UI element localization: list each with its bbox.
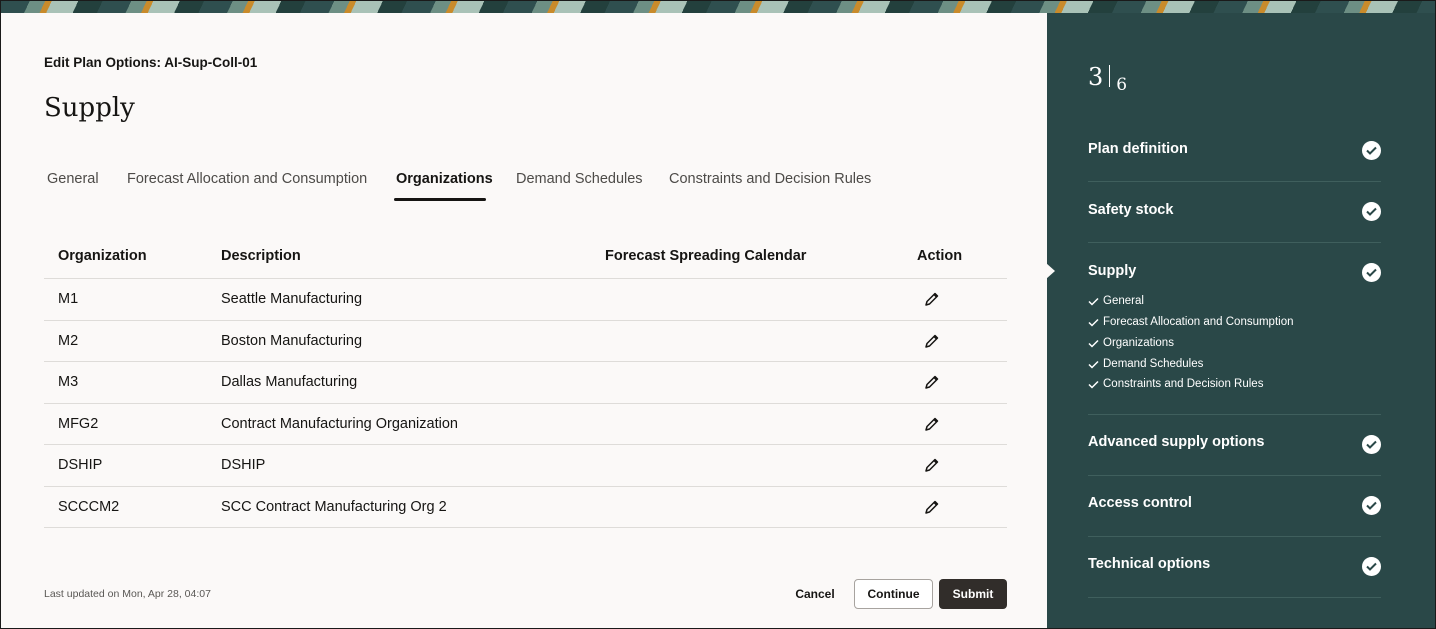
tab-general[interactable]: General: [45, 171, 101, 201]
substep-label: General: [1103, 295, 1144, 307]
checkmark-circle-icon: [1362, 263, 1381, 282]
substep-constraints[interactable]: Constraints and Decision Rules: [1088, 378, 1263, 390]
column-header-action: Action: [917, 248, 963, 264]
tab-organizations[interactable]: Organizations: [394, 171, 493, 201]
tab-forecast-allocation[interactable]: Forecast Allocation and Consumption: [125, 171, 369, 201]
check-icon: [1088, 339, 1099, 348]
table-row: DSHIP DSHIP: [44, 445, 1007, 487]
edit-icon: [925, 500, 939, 514]
substep-general[interactable]: General: [1088, 295, 1144, 307]
checkmark-circle-icon: [1362, 435, 1381, 454]
step-safety-stock[interactable]: Safety stock: [1088, 182, 1381, 243]
table-row: M3 Dallas Manufacturing: [44, 362, 1007, 404]
organization-cell: M1: [58, 291, 79, 308]
edit-row-button[interactable]: [917, 404, 947, 445]
table-header: Organization Description Forecast Spread…: [44, 245, 1007, 279]
checkmark-circle-icon: [1362, 496, 1381, 515]
check-icon: [1088, 360, 1099, 369]
step-list: Plan definition Safety stock Supply Gene…: [1088, 121, 1381, 598]
page-title: Supply: [44, 93, 135, 123]
edit-row-button[interactable]: [917, 279, 947, 320]
check-icon: [1088, 297, 1099, 306]
substep-forecast-allocation[interactable]: Forecast Allocation and Consumption: [1088, 316, 1294, 328]
description-cell: Boston Manufacturing: [221, 332, 363, 349]
step-label: Plan definition: [1088, 141, 1188, 157]
column-header-calendar[interactable]: Forecast Spreading Calendar: [605, 245, 806, 281]
description-cell: Seattle Manufacturing: [221, 291, 363, 308]
organization-cell: SCCCM2: [58, 498, 120, 515]
continue-button[interactable]: Continue: [854, 579, 933, 609]
app-frame: Edit Plan Options: AI-Sup-Coll-01 Supply…: [0, 0, 1436, 629]
organization-cell: M3: [58, 374, 79, 391]
step-advanced-supply-options[interactable]: Advanced supply options: [1088, 415, 1381, 476]
check-icon: [1088, 380, 1099, 389]
checkmark-circle-icon: [1362, 202, 1381, 221]
edit-row-button[interactable]: [917, 321, 947, 362]
submit-button[interactable]: Submit: [939, 579, 1007, 609]
description-cell: Contract Manufacturing Organization: [221, 415, 458, 432]
organization-cell: DSHIP: [58, 457, 103, 474]
organization-cell: MFG2: [58, 415, 99, 432]
edit-icon: [925, 334, 939, 348]
checkmark-circle-icon: [1362, 557, 1381, 576]
checkmark-circle-icon: [1362, 141, 1381, 160]
current-step-number: 3: [1088, 63, 1104, 91]
column-header-description[interactable]: Description: [221, 245, 301, 281]
step-label: Technical options: [1088, 556, 1211, 572]
edit-row-button[interactable]: [917, 487, 947, 528]
check-icon: [1088, 318, 1099, 327]
tab-constraints[interactable]: Constraints and Decision Rules: [667, 171, 873, 201]
step-label: Access control: [1088, 495, 1192, 511]
step-plan-definition[interactable]: Plan definition: [1088, 121, 1381, 182]
edit-row-button[interactable]: [917, 445, 947, 486]
cancel-button[interactable]: Cancel: [787, 579, 843, 609]
table-row: MFG2 Contract Manufacturing Organization: [44, 404, 1007, 445]
substep-organizations[interactable]: Organizations: [1088, 337, 1174, 349]
step-counter: 36: [1088, 63, 1127, 95]
description-cell: SCC Contract Manufacturing Org 2: [221, 498, 447, 515]
substep-label: Constraints and Decision Rules: [1103, 378, 1264, 390]
decorative-banner: [1, 1, 1435, 13]
step-technical-options[interactable]: Technical options: [1088, 537, 1381, 598]
total-steps-number: 6: [1116, 75, 1128, 95]
tab-demand-schedules[interactable]: Demand Schedules: [514, 171, 645, 201]
edit-icon: [925, 459, 939, 472]
main-panel: Edit Plan Options: AI-Sup-Coll-01 Supply…: [1, 13, 1047, 628]
step-label: Advanced supply options: [1088, 434, 1265, 450]
table-row: SCCCM2 SCC Contract Manufacturing Org 2: [44, 487, 1007, 528]
description-cell: DSHIP: [221, 457, 266, 474]
column-header-organization[interactable]: Organization: [58, 245, 147, 281]
edit-icon: [925, 293, 939, 306]
organizations-table: Organization Description Forecast Spread…: [44, 245, 1007, 528]
current-step-pointer: [1046, 263, 1055, 279]
organization-cell: M2: [58, 332, 79, 349]
edit-icon: [925, 376, 939, 389]
step-label: Safety stock: [1088, 202, 1174, 218]
edit-row-button[interactable]: [917, 362, 947, 403]
page-breadcrumb: Edit Plan Options: AI-Sup-Coll-01: [44, 55, 258, 70]
table-row: M2 Boston Manufacturing: [44, 321, 1007, 362]
edit-icon: [925, 417, 939, 431]
last-updated-text: Last updated on Mon, Apr 28, 04:07: [44, 588, 211, 600]
substep-label: Organizations: [1103, 337, 1174, 349]
step-separator: [1109, 65, 1111, 87]
substep-demand-schedules[interactable]: Demand Schedules: [1088, 358, 1203, 370]
progress-sidebar: 36 Plan definition Safety stock Supply G…: [1046, 13, 1435, 628]
substep-label: Forecast Allocation and Consumption: [1103, 316, 1294, 328]
step-access-control[interactable]: Access control: [1088, 476, 1381, 537]
table-row: M1 Seattle Manufacturing: [44, 279, 1007, 321]
description-cell: Dallas Manufacturing: [221, 374, 358, 391]
substep-label: Demand Schedules: [1103, 358, 1204, 370]
step-supply[interactable]: Supply General Forecast Allocation and C…: [1088, 243, 1381, 415]
step-label: Supply: [1088, 263, 1137, 279]
